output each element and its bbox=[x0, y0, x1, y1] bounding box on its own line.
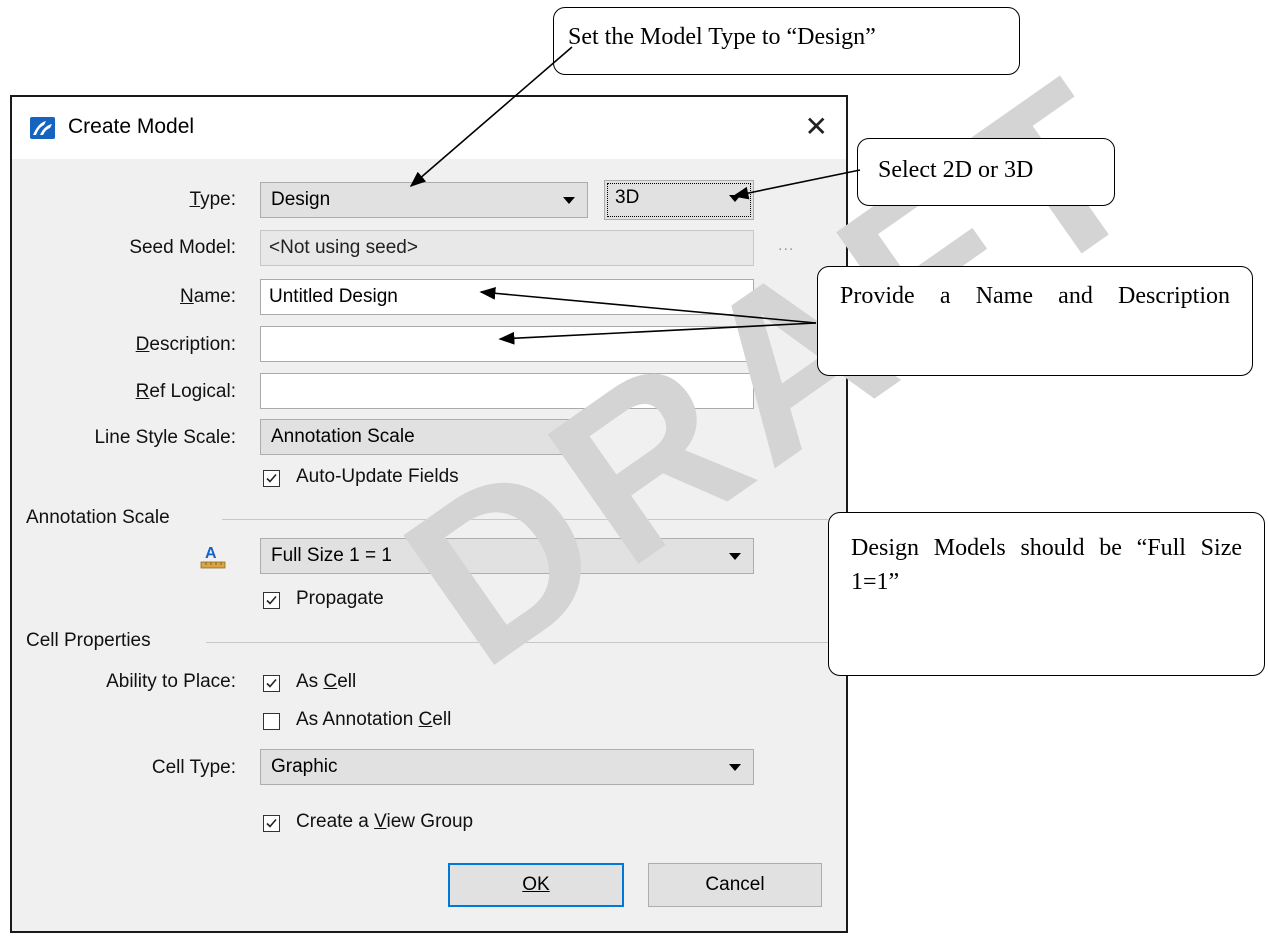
section-divider bbox=[222, 519, 828, 520]
line-style-scale-value: Annotation Scale bbox=[271, 426, 415, 447]
title-bar: Create Model ✕ bbox=[12, 97, 846, 159]
section-divider bbox=[206, 642, 828, 643]
annotation-scale-section-label: Annotation Scale bbox=[26, 507, 170, 528]
propagate-label: Propagate bbox=[296, 588, 384, 609]
svg-text:A: A bbox=[205, 545, 217, 562]
callout-model-type: Set the Model Type to “Design” bbox=[553, 7, 1020, 75]
description-input[interactable] bbox=[260, 326, 754, 362]
view-group-label: Create a View Group bbox=[296, 811, 474, 832]
callout-dimension-text: Select 2D or 3D bbox=[878, 157, 1034, 183]
callout-name-description: Provide a Name and Description bbox=[817, 266, 1253, 376]
annotation-scale-icon: A bbox=[200, 545, 226, 569]
chevron-down-icon bbox=[563, 197, 575, 204]
view-group-checkbox[interactable] bbox=[263, 815, 280, 832]
line-style-scale-label: Line Style Scale: bbox=[94, 427, 236, 448]
name-label: Name: bbox=[180, 286, 236, 307]
cell-type-dropdown[interactable]: Graphic bbox=[260, 749, 754, 785]
callout-name-description-text: Provide a Name and Description bbox=[840, 283, 1230, 309]
close-icon[interactable]: ✕ bbox=[805, 107, 828, 147]
chevron-down-icon bbox=[563, 434, 575, 441]
chevron-down-icon bbox=[729, 764, 741, 771]
annotation-scale-value: Full Size 1 = 1 bbox=[271, 545, 392, 566]
ref-logical-input[interactable] bbox=[260, 373, 754, 409]
ok-button[interactable]: OK bbox=[448, 863, 624, 907]
chevron-down-icon bbox=[729, 195, 741, 202]
propagate-checkbox[interactable] bbox=[263, 592, 280, 609]
dimension-dropdown[interactable]: 3D bbox=[604, 180, 754, 220]
cell-type-label: Cell Type: bbox=[151, 757, 236, 778]
create-model-dialog: Create Model ✕ Type: Design 3D Seed Mode… bbox=[10, 95, 848, 933]
callout-dimension: Select 2D or 3D bbox=[857, 138, 1115, 206]
checkmark-icon bbox=[266, 595, 277, 605]
cancel-label: Cancel bbox=[705, 874, 765, 895]
cell-type-value: Graphic bbox=[271, 756, 338, 777]
auto-update-checkbox[interactable] bbox=[263, 470, 280, 487]
ok-label: OK bbox=[522, 874, 550, 895]
callout-design-models-text: Design Models should be “Full Size 1=1” bbox=[851, 535, 1242, 595]
cancel-button[interactable]: Cancel bbox=[648, 863, 822, 907]
as-annotation-cell-checkbox[interactable] bbox=[263, 713, 280, 730]
description-label: Description: bbox=[135, 334, 236, 355]
type-label: Type: bbox=[189, 189, 236, 210]
seed-model-field: <Not using seed> bbox=[260, 230, 754, 266]
microstation-app-icon bbox=[30, 117, 55, 139]
auto-update-label: Auto-Update Fields bbox=[296, 466, 459, 487]
cell-properties-section-label: Cell Properties bbox=[26, 630, 151, 651]
callout-design-models: Design Models should be “Full Size 1=1” bbox=[828, 512, 1265, 676]
seed-model-label: Seed Model: bbox=[129, 237, 236, 258]
ability-to-place-label: Ability to Place: bbox=[106, 671, 236, 692]
model-type-value: Design bbox=[271, 189, 331, 210]
as-annotation-cell-label: As Annotation Cell bbox=[296, 709, 452, 730]
dialog-title: Create Model bbox=[68, 115, 195, 138]
name-input[interactable]: Untitled Design bbox=[260, 279, 754, 315]
checkmark-icon bbox=[266, 678, 277, 688]
ref-logical-label: Ref Logical: bbox=[135, 381, 236, 402]
model-type-dropdown[interactable]: Design bbox=[260, 182, 588, 218]
callout-model-type-text: Set the Model Type to “Design” bbox=[568, 24, 876, 50]
checkmark-icon bbox=[266, 473, 277, 483]
annotation-scale-dropdown[interactable]: Full Size 1 = 1 bbox=[260, 538, 754, 574]
as-cell-label: As Cell bbox=[296, 671, 357, 692]
name-value: Untitled Design bbox=[269, 286, 398, 307]
seed-browse-button[interactable]: ... bbox=[778, 237, 794, 255]
seed-model-value: <Not using seed> bbox=[269, 237, 418, 258]
as-cell-checkbox[interactable] bbox=[263, 675, 280, 692]
chevron-down-icon bbox=[729, 553, 741, 560]
line-style-scale-dropdown[interactable]: Annotation Scale bbox=[260, 419, 588, 455]
dimension-value: 3D bbox=[615, 187, 640, 208]
checkmark-icon bbox=[266, 818, 277, 828]
